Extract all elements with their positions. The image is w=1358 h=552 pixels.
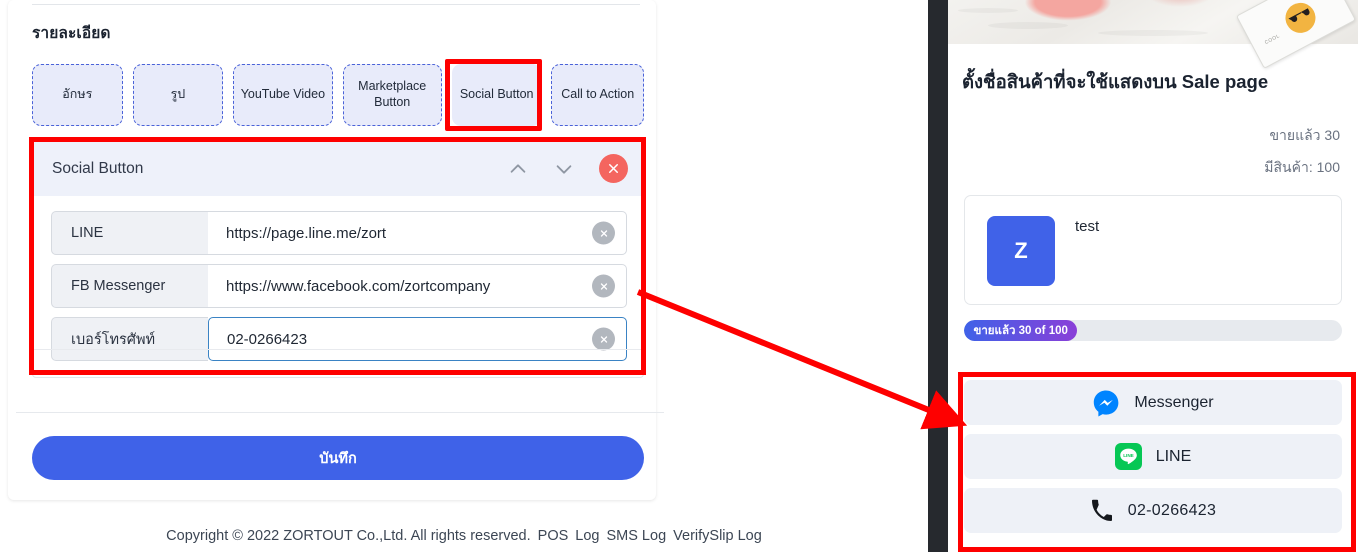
phone-number-input[interactable]	[209, 318, 626, 360]
social-button-label: 02-0266423	[1127, 501, 1217, 519]
social-row-label: FB Messenger	[51, 264, 208, 308]
chip-marketplace-button[interactable]: Marketplace Button	[342, 64, 442, 126]
preview-social-buttons: Messenger LINE LINE 02-0266423	[964, 380, 1342, 542]
social-button-block: Social Button LINE https://page.line.me/…	[32, 140, 644, 378]
preview-sold-count: ขายแล้ว 30	[1269, 127, 1340, 143]
phone-screen: COOL ตั้งชื่อสินค้าที่จะใช้แสดงบน Sale p…	[948, 0, 1358, 552]
sold-progress-bar: ขายแล้ว 30 of 100	[964, 320, 1342, 341]
editor-pane: รายละเอียด อักษร รูป YouTube Video Marke…	[0, 0, 928, 552]
clear-icon[interactable]	[592, 274, 615, 298]
footer-link-log[interactable]: Log	[575, 528, 599, 544]
social-button-phone[interactable]: 02-0266423	[964, 488, 1342, 533]
page-title: รายละเอียด	[32, 25, 111, 42]
chevron-up-icon[interactable]	[507, 158, 529, 180]
top-divider	[32, 4, 640, 5]
element-type-chips: อักษร รูป YouTube Video Marketplace Butt…	[32, 64, 644, 126]
social-button-title: Social Button	[52, 159, 144, 177]
save-separator	[16, 412, 664, 413]
preview-product-card[interactable]: Z test	[964, 195, 1342, 305]
social-row-input-wrap[interactable]	[208, 264, 627, 308]
phone-icon	[1090, 499, 1114, 523]
chip-image[interactable]: รูป	[132, 64, 224, 126]
chip-social-button[interactable]: Social Button	[451, 64, 542, 126]
chevron-down-icon[interactable]	[553, 158, 575, 180]
hero-card-caption: COOL	[1263, 33, 1282, 47]
fb-messenger-url-input[interactable]	[208, 265, 626, 307]
chip-call-to-action[interactable]: Call to Action	[551, 64, 644, 126]
social-button-label: LINE	[1155, 447, 1192, 465]
chip-youtube-video[interactable]: YouTube Video	[233, 64, 333, 126]
product-name: test	[1075, 218, 1100, 235]
screenshot-root: รายละเอียด อักษร รูป YouTube Video Marke…	[0, 0, 1358, 552]
social-row-label: เบอร์โทรศัพท์	[51, 317, 208, 361]
social-row-phone: เบอร์โทรศัพท์	[51, 317, 627, 361]
footer: Copyright © 2022 ZORTOUT Co.,Ltd. All ri…	[0, 528, 928, 544]
social-button-rows: LINE FB Messenger	[51, 211, 627, 370]
footer-link-verifyslip-log[interactable]: VerifySlip Log	[673, 528, 762, 544]
editor-card: รายละเอียด อักษร รูป YouTube Video Marke…	[8, 0, 664, 500]
footer-copyright: Copyright © 2022 ZORTOUT Co.,Ltd. All ri…	[166, 528, 531, 544]
social-button-messenger[interactable]: Messenger	[964, 380, 1342, 425]
social-row-label: LINE	[51, 211, 208, 255]
chip-text[interactable]: อักษร	[32, 64, 123, 126]
social-row-line: LINE	[51, 211, 627, 255]
phone-frame-edge	[928, 0, 948, 552]
preview-stock-count: มีสินค้า: 100	[1264, 159, 1340, 175]
close-icon[interactable]	[599, 154, 628, 183]
footer-link-pos[interactable]: POS	[538, 528, 569, 544]
block-bottom-divider	[33, 349, 643, 350]
social-button-header: Social Button	[33, 141, 643, 196]
social-button-label: Messenger	[1134, 393, 1214, 411]
product-hero-photo: COOL	[948, 0, 1358, 69]
social-row-input-wrap[interactable]	[208, 317, 627, 361]
svg-text:LINE: LINE	[1123, 453, 1134, 458]
hero-emoji-card: COOL	[1236, 0, 1356, 69]
line-url-input[interactable]	[208, 212, 626, 254]
sold-progress-label: ขายแล้ว 30 of 100	[973, 324, 1068, 337]
social-button-header-actions	[507, 154, 643, 183]
clear-icon[interactable]	[592, 221, 615, 245]
product-thumbnail: Z	[987, 216, 1055, 286]
clear-icon[interactable]	[592, 327, 615, 351]
sold-progress-fill: ขายแล้ว 30 of 100	[964, 320, 1078, 341]
preview-pane: COOL ตั้งชื่อสินค้าที่จะใช้แสดงบน Sale p…	[928, 0, 1358, 552]
footer-link-sms-log[interactable]: SMS Log	[606, 528, 666, 544]
messenger-icon	[1092, 389, 1120, 417]
sunglasses-emoji-icon	[1280, 0, 1321, 39]
save-button[interactable]: บันทึก	[32, 436, 644, 480]
social-row-fb-messenger: FB Messenger	[51, 264, 627, 308]
social-row-input-wrap[interactable]	[208, 211, 627, 255]
line-icon: LINE	[1114, 443, 1142, 470]
preview-product-title: ตั้งชื่อสินค้าที่จะใช้แสดงบน Sale page	[962, 71, 1269, 92]
social-button-line[interactable]: LINE LINE	[964, 434, 1342, 479]
